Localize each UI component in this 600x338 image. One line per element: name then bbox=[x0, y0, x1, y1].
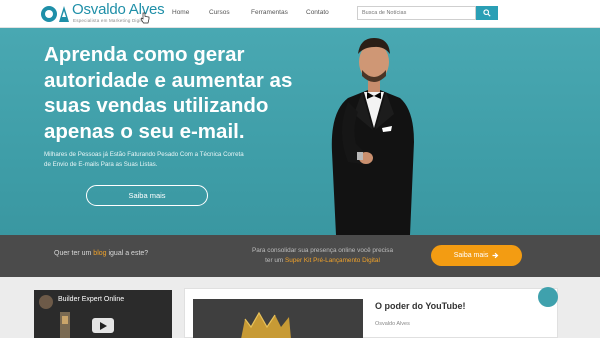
hero-title: Aprenda como gerar autoridade e aumentar… bbox=[44, 43, 293, 143]
promo-post: Digital bbox=[360, 257, 380, 264]
arrow-right-icon bbox=[492, 252, 499, 258]
logo-name[interactable]: Osvaldo Alves bbox=[72, 1, 165, 18]
video-title[interactable]: Builder Expert Online bbox=[58, 296, 124, 303]
hero-section: Aprenda como gerar autoridade e aumentar… bbox=[0, 28, 600, 235]
post-author: Osvaldo Alves bbox=[375, 321, 410, 327]
nav-cursos[interactable]: Cursos bbox=[209, 9, 230, 16]
hero-saiba-mais-button[interactable]: Saiba mais bbox=[86, 185, 208, 206]
promo-line-1: Para consolidar sua presença online você… bbox=[251, 247, 394, 254]
band-saiba-mais-button[interactable]: Saiba mais bbox=[431, 245, 522, 266]
scroll-circle-button[interactable] bbox=[538, 287, 558, 307]
nav-ferramentas[interactable]: Ferramentas bbox=[251, 9, 288, 16]
blog-question-post: igual a este? bbox=[106, 250, 149, 257]
logo-tagline: Especialista em Marketing Digital bbox=[73, 18, 146, 23]
nav-home[interactable]: Home bbox=[172, 9, 189, 16]
search-button[interactable] bbox=[476, 6, 498, 20]
blog-question: Quer ter um blog igual a este? bbox=[54, 250, 148, 257]
presenter-photo bbox=[331, 38, 414, 235]
hand-cursor-icon bbox=[140, 12, 150, 24]
search-input[interactable] bbox=[357, 6, 476, 20]
hero-subtitle: Milhares de Pessoas já Estão Faturando P… bbox=[44, 151, 244, 168]
band-saiba-mais-label: Saiba mais bbox=[453, 252, 489, 259]
blog-question-link[interactable]: blog bbox=[93, 250, 106, 257]
crown-image bbox=[193, 299, 363, 338]
promo-text: Para consolidar sua presença online você… bbox=[230, 246, 415, 266]
play-button-icon[interactable] bbox=[92, 318, 114, 333]
video-thumbnail bbox=[60, 312, 70, 338]
channel-avatar[interactable] bbox=[39, 295, 53, 309]
post-title[interactable]: O poder do YouTube! bbox=[375, 301, 466, 311]
promo-line-2: ter um Super Kit Pré-Lançamento Digital bbox=[230, 256, 415, 266]
promo-kit-link[interactable]: Super Kit Pré-Lançamento bbox=[285, 257, 360, 264]
youtube-embed[interactable]: Builder Expert Online bbox=[34, 290, 172, 338]
promo-pre: ter um bbox=[265, 257, 286, 264]
search-icon bbox=[483, 9, 491, 17]
nav-contato[interactable]: Contato bbox=[306, 9, 329, 16]
blog-post-card[interactable]: O poder do YouTube! Osvaldo Alves bbox=[184, 288, 558, 338]
site-header: Osvaldo Alves Especialista em Marketing … bbox=[0, 0, 600, 28]
blog-question-pre: Quer ter um bbox=[54, 250, 94, 257]
logo-icon[interactable] bbox=[40, 5, 70, 23]
blog-promo-band: Quer ter um blog igual a este? Para cons… bbox=[0, 235, 600, 277]
